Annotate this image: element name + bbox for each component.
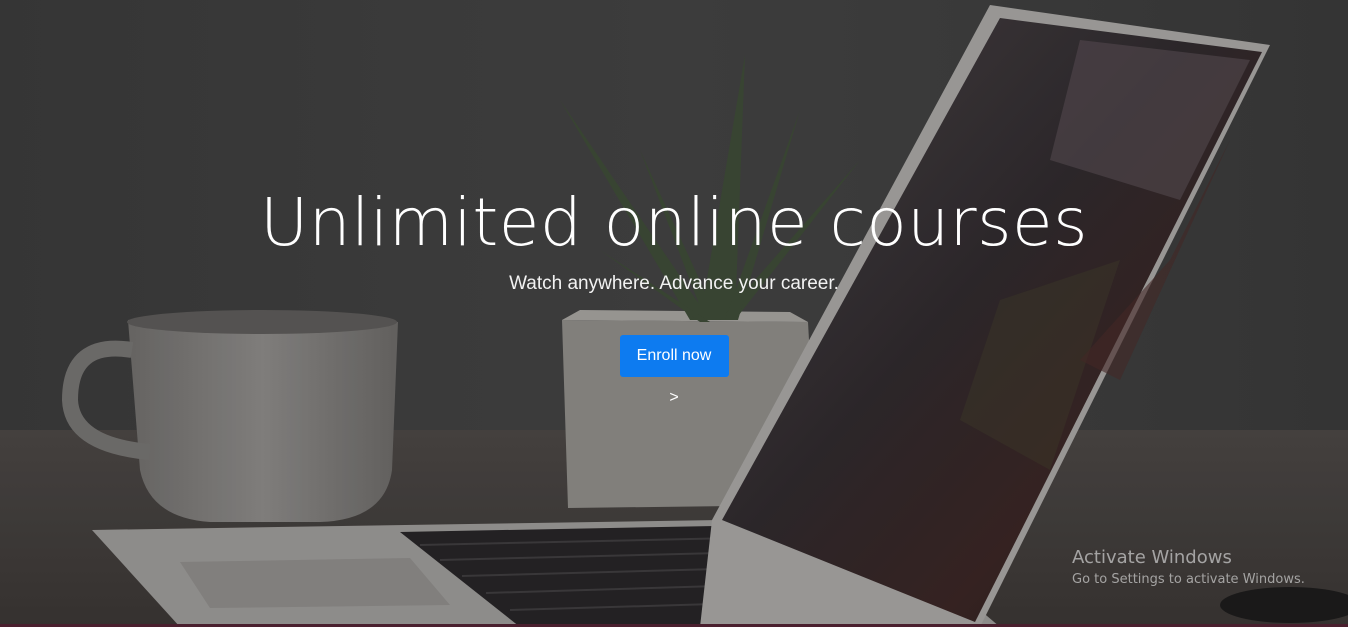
enroll-now-button[interactable]: Enroll now > [619, 335, 729, 406]
hero-section: Unlimited online courses Watch anywhere.… [0, 0, 1348, 627]
hero-subtitle: Watch anywhere. Advance your career. [509, 273, 839, 294]
watermark-subtitle: Go to Settings to activate Windows. [1072, 572, 1305, 587]
activate-windows-watermark: Activate Windows Go to Settings to activ… [1072, 547, 1305, 590]
hero-title: Unlimited online courses [259, 184, 1089, 261]
hero-content: Unlimited online courses Watch anywhere.… [0, 178, 1348, 407]
watermark-title: Activate Windows [1072, 547, 1232, 568]
